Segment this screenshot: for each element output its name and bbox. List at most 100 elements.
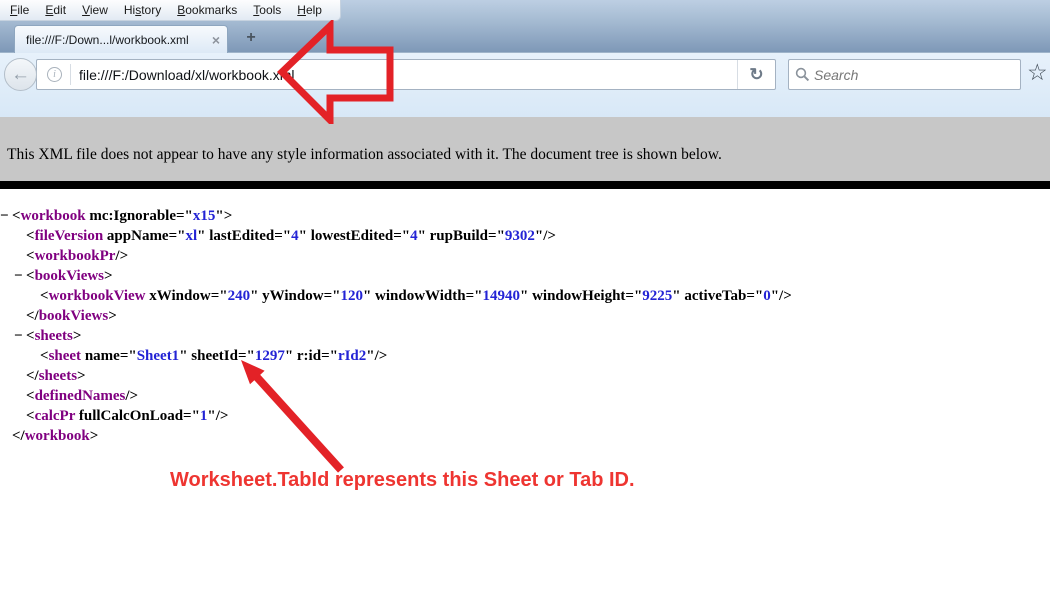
xml-punct: =" xyxy=(274,228,291,244)
xml-tag-name: sheet xyxy=(49,348,82,364)
xml-punct: </ xyxy=(26,368,39,384)
xml-attr-value: 240 xyxy=(228,288,251,304)
xml-line: −<bookViews> xyxy=(0,266,1050,286)
xml-attr-value: xl xyxy=(185,228,197,244)
tab-close-icon[interactable]: × xyxy=(212,33,220,47)
xml-attr-name: yWindow xyxy=(258,288,323,304)
xml-attr-name: mc:Ignorable xyxy=(86,208,176,224)
xml-punct: =" xyxy=(466,288,483,304)
xml-line: <definedNames/> xyxy=(0,386,1050,406)
xml-attr-value: Sheet1 xyxy=(137,348,180,364)
xml-attr-value: x15 xyxy=(193,208,216,224)
separator-bar xyxy=(0,181,1050,189)
url-annotation-arrow xyxy=(276,20,396,124)
search-input[interactable] xyxy=(810,67,1014,83)
xml-punct: < xyxy=(12,208,21,224)
xml-tree: −<workbook mc:Ignorable="x15"><fileVersi… xyxy=(0,189,1050,446)
tab-bar: file:///F:/Down...l/workbook.xml × + xyxy=(0,21,1050,52)
xml-attr-value: 120 xyxy=(340,288,363,304)
xml-punct: < xyxy=(26,328,35,344)
xml-punct: < xyxy=(26,268,35,284)
menu-view[interactable]: View xyxy=(74,1,116,19)
xml-punct: "/> xyxy=(207,408,228,424)
xml-attr-name: fullCalcOnLoad xyxy=(75,408,183,424)
xml-attr-value: 0 xyxy=(763,288,771,304)
xml-punct: =" xyxy=(625,288,642,304)
xml-attr-value: 4 xyxy=(291,228,299,244)
xml-attr-name: windowHeight xyxy=(528,288,625,304)
xml-punct: < xyxy=(26,248,35,264)
back-button[interactable]: ← xyxy=(4,58,37,91)
annotation-text: Worksheet.TabId represents this Sheet or… xyxy=(170,469,635,492)
xml-attr-value: 4 xyxy=(410,228,418,244)
menu-bookmarks[interactable]: Bookmarks xyxy=(169,1,245,19)
xml-attr-name: rupBuild xyxy=(426,228,488,244)
navigation-toolbar: i ↻ ← ☆ xyxy=(0,52,1050,117)
xml-line: <workbookPr/> xyxy=(0,246,1050,266)
xml-attr-value: 9225 xyxy=(642,288,672,304)
xml-attr-name: lastEdited xyxy=(205,228,274,244)
search-icon xyxy=(795,67,810,82)
xml-line: <fileVersion appName="xl" lastEdited="4"… xyxy=(0,226,1050,246)
xml-punct: =" xyxy=(393,228,410,244)
xml-punct: " xyxy=(672,288,680,304)
menu-tools[interactable]: Tools xyxy=(245,1,289,19)
xml-line: </workbook> xyxy=(0,426,1050,446)
xml-punct: > xyxy=(108,308,117,324)
xml-punct: "/> xyxy=(771,288,792,304)
reload-icon[interactable]: ↻ xyxy=(737,60,775,89)
xml-line: −<sheets> xyxy=(0,326,1050,346)
xml-tag-name: bookViews xyxy=(39,308,108,324)
menu-history[interactable]: History xyxy=(116,1,169,19)
xml-tag-name: workbook xyxy=(21,208,86,224)
xml-attr-name: windowWidth xyxy=(371,288,465,304)
xml-punct: > xyxy=(90,428,99,444)
xml-style-notice: This XML file does not appear to have an… xyxy=(0,117,1050,181)
xml-punct: =" xyxy=(324,288,341,304)
xml-punct: " xyxy=(418,228,426,244)
collapse-toggle-icon[interactable]: − xyxy=(14,326,26,346)
bookmark-star-icon[interactable]: ☆ xyxy=(1027,61,1048,84)
xml-punct: "> xyxy=(215,208,232,224)
menu-file[interactable]: File xyxy=(2,1,37,19)
xml-punct: > xyxy=(104,268,113,284)
xml-punct: > xyxy=(73,328,82,344)
url-bar[interactable]: i ↻ xyxy=(36,59,776,90)
xml-punct: < xyxy=(26,388,35,404)
xml-punct: =" xyxy=(120,348,137,364)
tab-workbook-xml[interactable]: file:///F:/Down...l/workbook.xml × xyxy=(14,25,228,53)
xml-line: <calcPr fullCalcOnLoad="1"/> xyxy=(0,406,1050,426)
xml-punct: /> xyxy=(115,248,128,264)
xml-tag-name: sheets xyxy=(35,328,73,344)
xml-tag-name: workbookPr xyxy=(35,248,116,264)
xml-punct: < xyxy=(26,408,35,424)
page-info-icon[interactable]: i xyxy=(47,67,62,82)
xml-line: </sheets> xyxy=(0,366,1050,386)
search-box[interactable] xyxy=(788,59,1021,90)
xml-tag-name: fileVersion xyxy=(35,228,104,244)
menu-help[interactable]: Help xyxy=(289,1,330,19)
xml-line: −<workbook mc:Ignorable="x15"> xyxy=(0,206,1050,226)
xml-punct: < xyxy=(26,228,35,244)
xml-tag-name: workbookView xyxy=(49,288,146,304)
xml-line: </bookViews> xyxy=(0,306,1050,326)
xml-punct: =" xyxy=(183,408,200,424)
xml-punct: " xyxy=(179,348,187,364)
tab-title: file:///F:/Down...l/workbook.xml xyxy=(26,33,206,47)
xml-punct: </ xyxy=(12,428,25,444)
menu-edit[interactable]: Edit xyxy=(37,1,74,19)
collapse-toggle-icon[interactable]: − xyxy=(14,266,26,286)
xml-attr-name: xWindow xyxy=(146,288,211,304)
url-input[interactable] xyxy=(71,67,737,83)
collapse-toggle-icon[interactable]: − xyxy=(0,206,12,226)
xml-attr-name: appName xyxy=(103,228,168,244)
xml-attr-value: 14940 xyxy=(482,288,520,304)
xml-tag-name: definedNames xyxy=(35,388,126,404)
xml-punct: =" xyxy=(746,288,763,304)
notice-text: This XML file does not appear to have an… xyxy=(7,146,722,163)
xml-attr-name: lowestEdited xyxy=(307,228,393,244)
new-tab-button[interactable]: + xyxy=(238,29,264,49)
xml-tag-name: workbook xyxy=(25,428,90,444)
xml-attr-name: activeTab xyxy=(681,288,747,304)
xml-punct: < xyxy=(40,288,49,304)
